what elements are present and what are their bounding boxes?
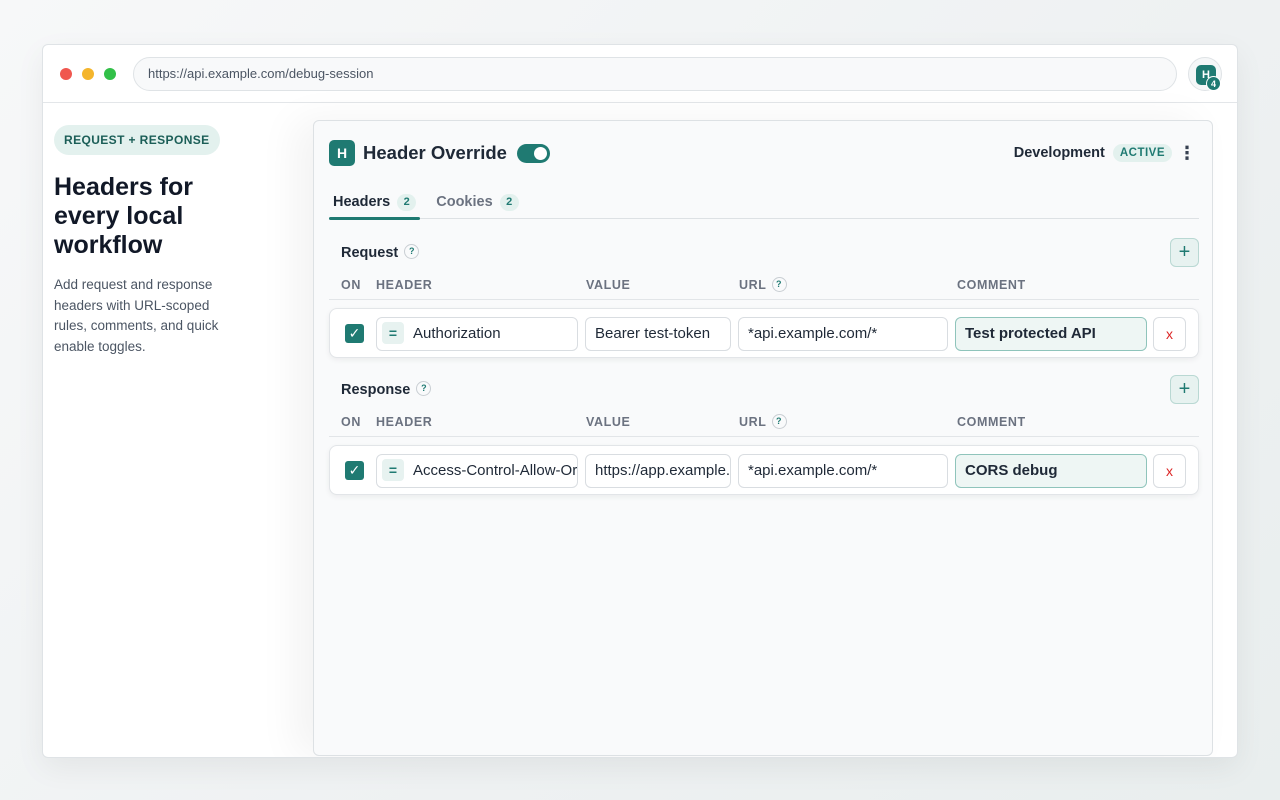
help-icon[interactable]: ? (416, 380, 432, 396)
header-rule-row: ✓ = Access-Control-Allow-Origin https://a… (329, 445, 1199, 495)
help-icon[interactable]: ? (771, 277, 787, 293)
more-menu-icon[interactable]: ⋮ (1178, 143, 1196, 163)
column-headers: ON HEADER VALUE URL? COMMENT (329, 407, 1199, 437)
popup-header: H Header Override (329, 140, 550, 166)
url-pattern-input[interactable]: *api.example.com/* (738, 454, 948, 488)
header-value-input[interactable]: https://app.example.com (585, 454, 731, 488)
environment-status-badge: ACTIVE (1112, 144, 1172, 162)
delete-rule-button[interactable]: x (1153, 317, 1186, 351)
hero-description: Add request and response headers with UR… (54, 277, 219, 354)
help-icon[interactable]: ? (404, 243, 420, 259)
tab-count-badge: 2 (397, 193, 417, 211)
col-url: URL? (739, 277, 787, 293)
maximize-window-button[interactable] (104, 68, 116, 80)
url-pattern-input[interactable]: *api.example.com/* (738, 317, 948, 351)
close-window-button[interactable] (60, 68, 72, 80)
header-name-value: Authorization (413, 325, 501, 342)
header-value-input[interactable]: Bearer test-token (585, 317, 731, 351)
master-enable-toggle[interactable] (516, 143, 550, 163)
col-url-label: URL (739, 278, 767, 292)
section-title-text: Response (341, 382, 411, 398)
section-header: Request? + (329, 238, 1199, 270)
extension-count-badge: 4 (1206, 76, 1221, 91)
col-on: ON (341, 415, 361, 429)
col-value: VALUE (586, 415, 631, 429)
header-name-value: Access-Control-Allow-Origin (413, 462, 578, 479)
section-title: Request? (341, 243, 420, 261)
tab-headers[interactable]: Headers 2 (329, 185, 421, 220)
col-header: HEADER (376, 278, 433, 292)
add-request-header-button[interactable]: + (1170, 238, 1199, 267)
tab-label: Headers (333, 194, 391, 210)
rule-enabled-checkbox[interactable]: ✓ (345, 324, 364, 343)
extension-popup: H Header Override Development ACTIVE ⋮ H… (313, 120, 1213, 756)
environment-selector[interactable]: Development ACTIVE (1014, 144, 1172, 162)
col-value: VALUE (586, 278, 631, 292)
toggle-knob (533, 146, 547, 160)
col-url: URL? (739, 414, 787, 430)
col-on: ON (341, 278, 361, 292)
col-url-label: URL (739, 415, 767, 429)
col-header: HEADER (376, 415, 433, 429)
add-response-header-button[interactable]: + (1170, 375, 1199, 404)
rule-enabled-checkbox[interactable]: ✓ (345, 461, 364, 480)
hero-title: Headers for every local workflow (54, 173, 193, 259)
tab-label: Cookies (436, 194, 493, 210)
column-headers: ON HEADER VALUE URL? COMMENT (329, 270, 1199, 300)
browser-window: https://api.example.com/debug-session H … (42, 44, 1238, 758)
comment-input[interactable]: Test protected API (955, 317, 1147, 351)
help-icon[interactable]: ? (771, 414, 787, 430)
address-bar[interactable]: https://api.example.com/debug-session (133, 57, 1177, 91)
minimize-window-button[interactable] (82, 68, 94, 80)
app-title: Header Override (363, 142, 507, 163)
window-controls (60, 68, 116, 80)
header-name-input[interactable]: = Access-Control-Allow-Origin (376, 454, 578, 488)
extension-button[interactable]: H 4 (1188, 57, 1222, 91)
tab-cookies[interactable]: Cookies 2 (432, 185, 522, 219)
tab-count-badge: 2 (499, 193, 519, 211)
request-section: Request? + ON HEADER VALUE URL? COMMENT … (329, 238, 1199, 358)
hero-section: REQUEST + RESPONSE Headers for every loc… (54, 125, 284, 357)
col-comment: COMMENT (957, 278, 1026, 292)
col-comment: COMMENT (957, 415, 1026, 429)
feature-pill: REQUEST + RESPONSE (54, 125, 220, 155)
section-header: Response? + (329, 375, 1199, 407)
section-title-text: Request (341, 245, 399, 261)
browser-toolbar: https://api.example.com/debug-session H … (43, 45, 1237, 103)
operation-icon[interactable]: = (382, 459, 404, 482)
section-title: Response? (341, 380, 432, 398)
header-name-input[interactable]: = Authorization (376, 317, 578, 351)
delete-rule-button[interactable]: x (1153, 454, 1186, 488)
app-logo-icon: H (329, 140, 355, 166)
header-rule-row: ✓ = Authorization Bearer test-token *api.… (329, 308, 1199, 358)
environment-name: Development (1013, 145, 1105, 161)
comment-input[interactable]: CORS debug (955, 454, 1147, 488)
operation-icon[interactable]: = (382, 322, 404, 345)
response-section: Response? + ON HEADER VALUE URL? COMMENT… (329, 375, 1199, 495)
tab-bar: Headers 2 Cookies 2 (329, 185, 1199, 220)
